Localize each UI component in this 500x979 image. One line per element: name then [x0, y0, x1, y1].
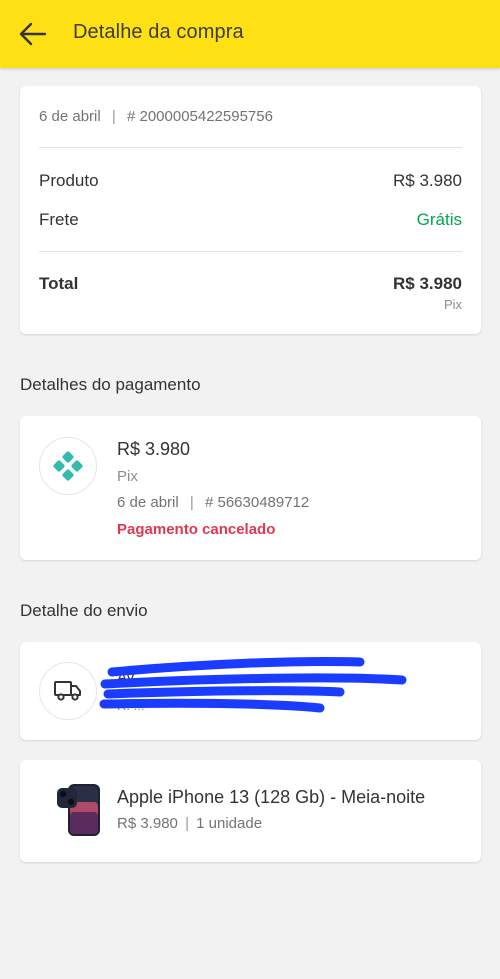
- item-quantity: 1 unidade: [196, 815, 263, 832]
- payment-card[interactable]: R$ 3.980 Pix 6 de abril | # 56630489712 …: [20, 416, 481, 560]
- divider: [39, 147, 462, 148]
- item-price: R$ 3.980: [117, 815, 178, 832]
- divider: [39, 251, 462, 252]
- arrow-left-icon: [19, 22, 47, 46]
- product-value: R$ 3.980: [393, 171, 462, 190]
- payment-method: Pix: [117, 468, 138, 485]
- total-payment-method: Pix: [443, 297, 462, 312]
- payment-icon-circle: [39, 437, 97, 495]
- back-button[interactable]: [16, 18, 50, 50]
- redaction-scribble: [99, 656, 407, 713]
- shipping-value: Grátis: [416, 210, 462, 229]
- payment-date: 6 de abril: [117, 494, 179, 511]
- shipping-card[interactable]: Av. ... R. ...: [20, 642, 481, 740]
- pix-icon: [53, 451, 83, 481]
- meta-separator: |: [185, 815, 189, 832]
- item-title: Apple iPhone 13 (128 Gb) - Meia-noite: [117, 787, 426, 807]
- item-details: R$ 3.980 | 1 unidade: [117, 815, 262, 832]
- transaction-number: # 56630489712: [204, 494, 310, 511]
- purchased-item-card[interactable]: Apple iPhone 13 (128 Gb) - Meia-noite R$…: [20, 760, 481, 862]
- order-number: # 2000005422595756: [126, 108, 273, 125]
- shipping-label: Frete: [39, 210, 79, 229]
- order-summary-card: 6 de abril | # 2000005422595756 Produto …: [20, 86, 481, 334]
- order-meta: 6 de abril | # 2000005422595756: [39, 108, 273, 125]
- product-row: Produto R$ 3.980: [39, 171, 462, 191]
- payment-status: Pagamento cancelado: [117, 521, 276, 538]
- page-title: Detalhe da compra: [73, 21, 244, 43]
- total-value: R$ 3.980: [393, 274, 462, 293]
- total-row: Total R$ 3.980: [39, 274, 462, 294]
- shipping-row: Frete Grátis: [39, 210, 462, 230]
- meta-separator: |: [111, 108, 116, 125]
- meta-separator: |: [189, 494, 194, 511]
- app-header: Detalhe da compra: [0, 0, 500, 68]
- shipping-section-title: Detalhe do envio: [20, 601, 148, 620]
- order-date: 6 de abril: [39, 108, 101, 125]
- total-label: Total: [39, 274, 79, 293]
- payment-meta: 6 de abril | # 56630489712: [117, 494, 309, 511]
- payment-section-title: Detalhes do pagamento: [20, 375, 201, 394]
- iphone-thumbnail: [54, 782, 112, 838]
- payment-amount: R$ 3.980: [117, 439, 191, 459]
- product-label: Produto: [39, 171, 99, 190]
